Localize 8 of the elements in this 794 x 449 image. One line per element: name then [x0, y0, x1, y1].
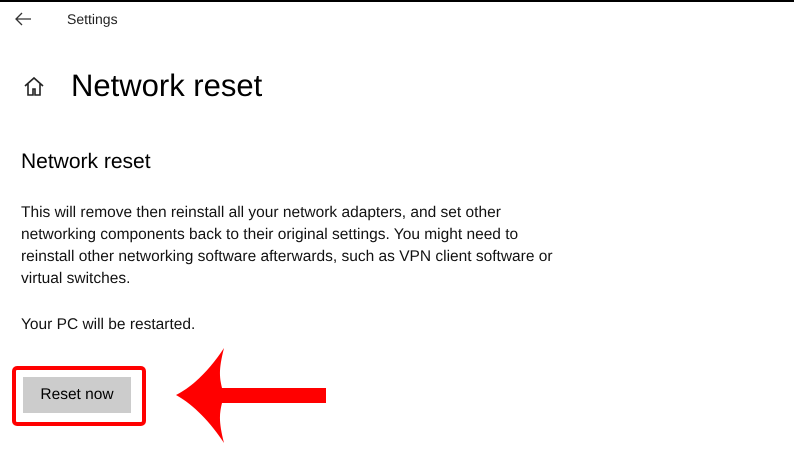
section-title: Network reset: [21, 150, 152, 174]
page-title: Network reset: [71, 68, 262, 104]
description-text: This will remove then reinstall all your network adapters, and set other networking components back to their original settings. You might need to reinstall other networking software afterwards, such as VPN client software or virtual switches.: [21, 203, 554, 289]
restart-note: Your PC will be restarted.: [21, 316, 196, 334]
reset-now-button[interactable]: Reset now: [23, 376, 131, 412]
window-title: Settings: [67, 11, 118, 27]
back-arrow-icon[interactable]: [14, 12, 32, 26]
home-icon[interactable]: [23, 75, 45, 97]
